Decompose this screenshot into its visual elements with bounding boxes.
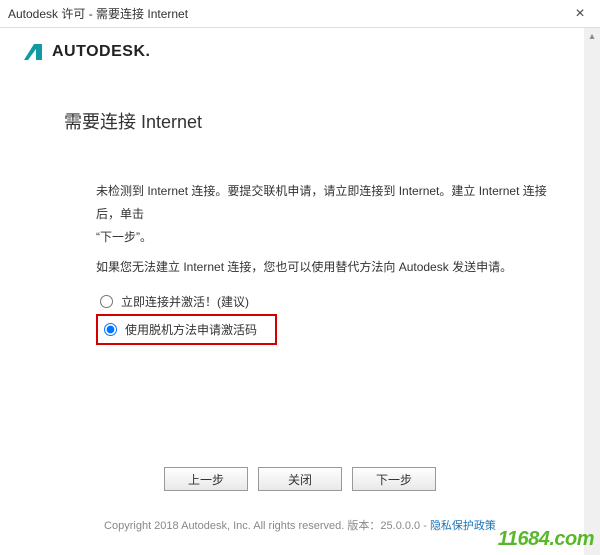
radio-offline-activation[interactable] — [104, 323, 117, 336]
watermark: 11684.com — [498, 528, 594, 551]
window-titlebar: Autodesk 许可 - 需要连接 Internet × — [0, 0, 600, 28]
copyright-text: Copyright 2018 Autodesk, Inc. All rights… — [104, 520, 430, 532]
instructions-block: 未检测到 Internet 连接。要提交联机申请，请立即连接到 Internet… — [64, 180, 560, 279]
back-button[interactable]: 上一步 — [164, 467, 248, 491]
option-offline-activation-label: 使用脱机方法申请激活码 — [125, 321, 257, 338]
scroll-up-icon[interactable]: ▴ — [584, 28, 600, 44]
window-close-button[interactable]: × — [560, 0, 600, 28]
privacy-link[interactable]: 隐私保护政策 — [430, 520, 496, 532]
option-connect-now-label: 立即连接并激活！(建议) — [121, 293, 249, 310]
instruction-line-1a: 未检测到 Internet 连接。要提交联机申请，请立即连接到 Internet… — [96, 184, 547, 221]
option-connect-now[interactable]: 立即连接并激活！(建议) — [96, 289, 560, 314]
brand-area: AUTODESK. — [0, 28, 600, 68]
instruction-line-2: 如果您无法建立 Internet 连接，您也可以使用替代方法向 Autodesk… — [96, 256, 560, 279]
autodesk-logo-icon — [22, 42, 44, 62]
next-button[interactable]: 下一步 — [352, 467, 436, 491]
window-title: Autodesk 许可 - 需要连接 Internet — [8, 5, 560, 22]
button-row: 上一步 关闭 下一步 — [0, 467, 600, 491]
radio-connect-now[interactable] — [100, 295, 113, 308]
close-button[interactable]: 关闭 — [258, 467, 342, 491]
brand-name: AUTODESK. — [52, 43, 150, 61]
instruction-line-1b: “下一步”。 — [96, 230, 152, 244]
option-offline-activation[interactable]: 使用脱机方法申请激活码 — [96, 314, 277, 345]
page-heading: 需要连接 Internet — [64, 108, 560, 134]
options-group: 立即连接并激活！(建议) 使用脱机方法申请激活码 — [96, 289, 560, 345]
main-content: 需要连接 Internet 未检测到 Internet 连接。要提交联机申请，请… — [0, 68, 560, 345]
